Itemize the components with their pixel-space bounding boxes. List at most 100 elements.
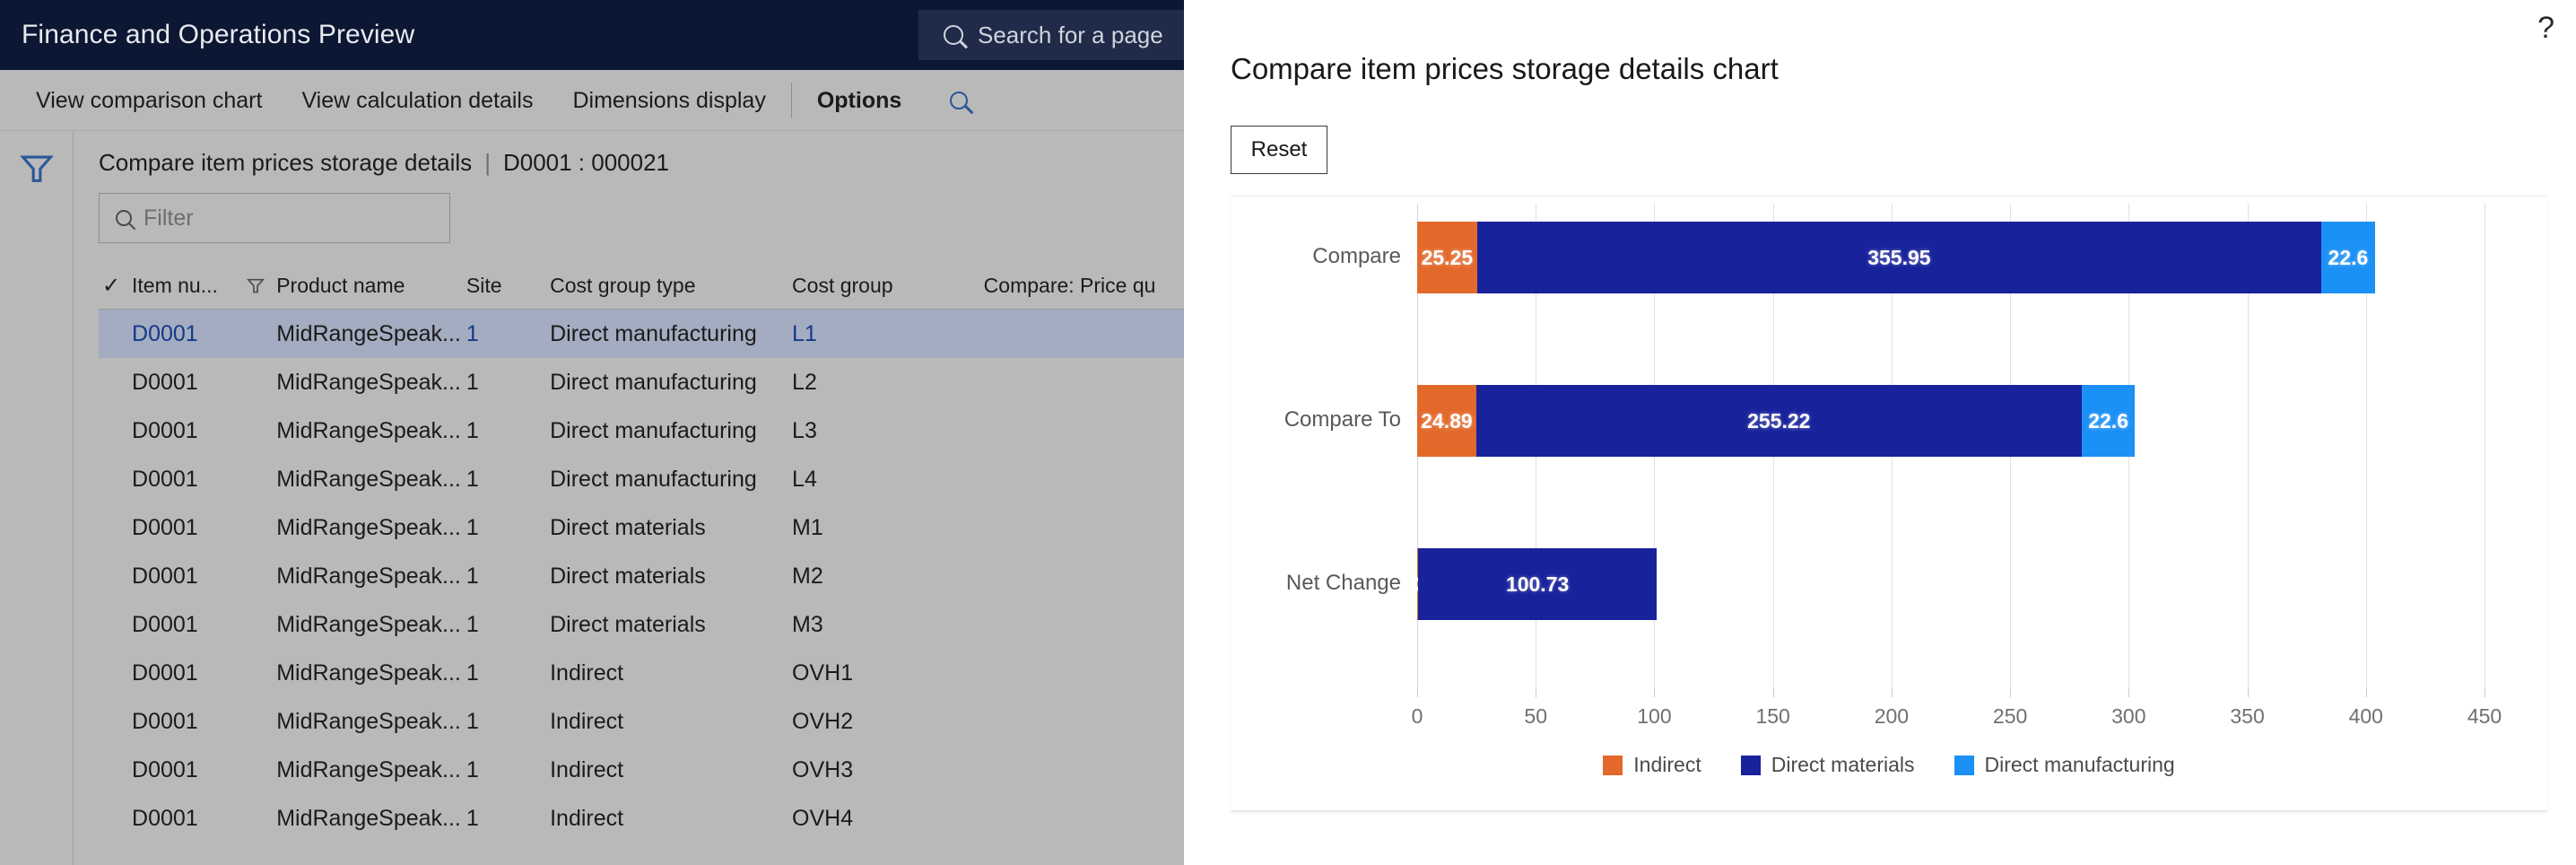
cell-item-number[interactable]: D0001 bbox=[132, 660, 247, 686]
legend-item[interactable]: Direct manufacturing bbox=[1954, 753, 2175, 777]
cell-item-number[interactable]: D0001 bbox=[132, 467, 247, 493]
bar-segment[interactable]: 355.95 bbox=[1476, 222, 2322, 293]
bar-segment[interactable]: 25.25 bbox=[1417, 222, 1477, 293]
global-search-box[interactable]: Search for a page bbox=[918, 10, 1184, 60]
bar-segment[interactable]: 255.22 bbox=[1475, 385, 2082, 457]
page-caption-record: D0001 : 000021 bbox=[502, 149, 669, 176]
table-row[interactable]: D0001 MidRangeSpeak... 1 Direct manufacturi… bbox=[99, 358, 1184, 406]
search-icon bbox=[944, 25, 963, 45]
data-grid: ✓ Item nu... Product name Site Cost grou… bbox=[99, 263, 1184, 843]
cell-cost-group: M1 bbox=[792, 514, 823, 540]
x-axis-tick-label: 0 bbox=[1411, 704, 1423, 728]
table-row[interactable]: D0001 MidRangeSpeak... 1 Indirect OVH3 bbox=[99, 746, 1184, 794]
bar-segment[interactable]: 24.89 bbox=[1417, 385, 1476, 457]
action-view-comparison-chart[interactable]: View comparison chart bbox=[16, 70, 282, 131]
cell-site: 1 bbox=[466, 417, 479, 443]
cell-item-number[interactable]: D0001 bbox=[132, 806, 247, 832]
select-all-checkmark-icon[interactable]: ✓ bbox=[99, 273, 132, 299]
grid-filter-placeholder: Filter bbox=[144, 205, 194, 231]
legend-color-swatch bbox=[1603, 755, 1623, 775]
table-row[interactable]: D0001 MidRangeSpeak... 1 Direct manufacturi… bbox=[99, 406, 1184, 455]
cell-product-name: MidRangeSpeak... bbox=[276, 805, 461, 831]
legend-color-swatch bbox=[1740, 755, 1761, 775]
table-row[interactable]: D0001 MidRangeSpeak... 1 Indirect OVH4 bbox=[99, 794, 1184, 843]
cell-item-number[interactable]: D0001 bbox=[132, 564, 247, 590]
cell-cost-group-type: Direct materials bbox=[550, 563, 706, 589]
legend-label: Indirect bbox=[1633, 753, 1701, 776]
legend-item[interactable]: Indirect bbox=[1603, 753, 1701, 777]
table-row[interactable]: D0001 MidRangeSpeak... 1 Direct manufacturi… bbox=[99, 310, 1184, 358]
cell-cost-group-type: Direct manufacturing bbox=[550, 466, 757, 492]
application-window: Finance and Operations Preview Search fo… bbox=[0, 0, 2576, 865]
column-header-product-name[interactable]: Product name bbox=[276, 274, 466, 298]
grid-header-row: ✓ Item nu... Product name Site Cost grou… bbox=[99, 263, 1184, 310]
cell-item-number[interactable]: D0001 bbox=[132, 612, 247, 638]
bar-segment[interactable]: 100.73 bbox=[1417, 548, 1658, 620]
cell-item-number[interactable]: D0001 bbox=[132, 321, 247, 347]
table-row[interactable]: D0001 MidRangeSpeak... 1 Direct materials M3 bbox=[99, 600, 1184, 649]
x-axis-tick-label: 200 bbox=[1874, 704, 1910, 728]
action-options[interactable]: Options bbox=[797, 70, 921, 131]
cell-item-number[interactable]: D0001 bbox=[132, 418, 247, 444]
cell-cost-group: M3 bbox=[792, 611, 823, 637]
cell-cost-group-type: Indirect bbox=[550, 660, 624, 686]
cell-product-name: MidRangeSpeak... bbox=[276, 369, 461, 395]
cell-product-name: MidRangeSpeak... bbox=[276, 660, 461, 686]
filter-funnel-icon[interactable] bbox=[19, 154, 54, 185]
action-view-calculation-details[interactable]: View calculation details bbox=[282, 70, 553, 131]
app-header: Finance and Operations Preview Search fo… bbox=[0, 0, 1184, 70]
cell-item-number[interactable]: D0001 bbox=[132, 757, 247, 783]
table-row[interactable]: D0001 MidRangeSpeak... 1 Indirect OVH2 bbox=[99, 697, 1184, 746]
x-axis-tick-label: 400 bbox=[2348, 704, 2383, 728]
grid-filter-input[interactable]: Filter bbox=[99, 193, 450, 243]
cell-product-name: MidRangeSpeak... bbox=[276, 320, 461, 346]
table-row[interactable]: D0001 MidRangeSpeak... 1 Indirect OVH1 bbox=[99, 649, 1184, 697]
cell-cost-group-type: Indirect bbox=[550, 805, 624, 831]
reset-button[interactable]: Reset bbox=[1231, 126, 1327, 174]
column-header-item-number[interactable]: Item nu... bbox=[132, 274, 247, 298]
cell-cost-group: OVH3 bbox=[792, 756, 854, 782]
cell-cost-group: OVH4 bbox=[792, 805, 854, 831]
cell-cost-group-type: Indirect bbox=[550, 756, 624, 782]
x-axis-tick-mark bbox=[1891, 688, 1893, 697]
chart-legend: Indirect Direct materials Direct manufactu… bbox=[1231, 753, 2547, 777]
search-icon[interactable] bbox=[950, 91, 969, 109]
bar-value-label: 22.6 bbox=[2088, 408, 2128, 432]
column-header-site[interactable]: Site bbox=[466, 274, 550, 298]
cell-item-number[interactable]: D0001 bbox=[132, 709, 247, 735]
bar-value-label: 25.25 bbox=[1421, 245, 1474, 269]
legend-label: Direct manufacturing bbox=[1984, 753, 2175, 776]
cell-product-name: MidRangeSpeak... bbox=[276, 466, 461, 492]
x-axis-tick-label: 100 bbox=[1637, 704, 1672, 728]
help-question-icon[interactable]: ? bbox=[2537, 13, 2554, 43]
cell-item-number[interactable]: D0001 bbox=[132, 515, 247, 541]
action-dimensions-display[interactable]: Dimensions display bbox=[553, 70, 785, 131]
column-filter-funnel-icon[interactable] bbox=[247, 278, 276, 294]
table-row[interactable]: D0001 MidRangeSpeak... 1 Direct materials M2 bbox=[99, 552, 1184, 600]
cell-site: 1 bbox=[466, 369, 479, 395]
table-row[interactable]: D0001 MidRangeSpeak... 1 Direct manufacturi… bbox=[99, 455, 1184, 503]
x-axis-tick-mark bbox=[1654, 688, 1656, 697]
column-header-compare-price[interactable]: Compare: Price qu bbox=[984, 274, 1184, 298]
column-header-cost-group[interactable]: Cost group bbox=[792, 274, 984, 298]
bar-segment[interactable]: 22.6 bbox=[2321, 222, 2375, 293]
cell-site: 1 bbox=[466, 514, 479, 540]
cell-item-number[interactable]: D0001 bbox=[132, 370, 247, 396]
cell-product-name: MidRangeSpeak... bbox=[276, 756, 461, 782]
search-icon bbox=[116, 210, 132, 226]
cell-cost-group: OVH2 bbox=[792, 708, 854, 734]
cell-product-name: MidRangeSpeak... bbox=[276, 514, 461, 540]
x-axis-tick-mark bbox=[2247, 688, 2249, 697]
category-label: Compare bbox=[1312, 244, 1401, 268]
x-axis-tick-label: 350 bbox=[2230, 704, 2265, 728]
legend-item[interactable]: Direct materials bbox=[1740, 753, 1915, 777]
bar-segment[interactable]: 22.6 bbox=[2081, 385, 2136, 457]
filter-rail bbox=[0, 131, 74, 865]
cell-product-name: MidRangeSpeak... bbox=[276, 563, 461, 589]
cell-product-name: MidRangeSpeak... bbox=[276, 611, 461, 637]
x-axis-tick-label: 250 bbox=[1992, 704, 2028, 728]
column-header-cost-group-type[interactable]: Cost group type bbox=[550, 274, 792, 298]
table-row[interactable]: D0001 MidRangeSpeak... 1 Direct materials M1 bbox=[99, 503, 1184, 552]
grid-body: D0001 MidRangeSpeak... 1 Direct manufacturi… bbox=[99, 310, 1184, 843]
cell-product-name: MidRangeSpeak... bbox=[276, 708, 461, 734]
